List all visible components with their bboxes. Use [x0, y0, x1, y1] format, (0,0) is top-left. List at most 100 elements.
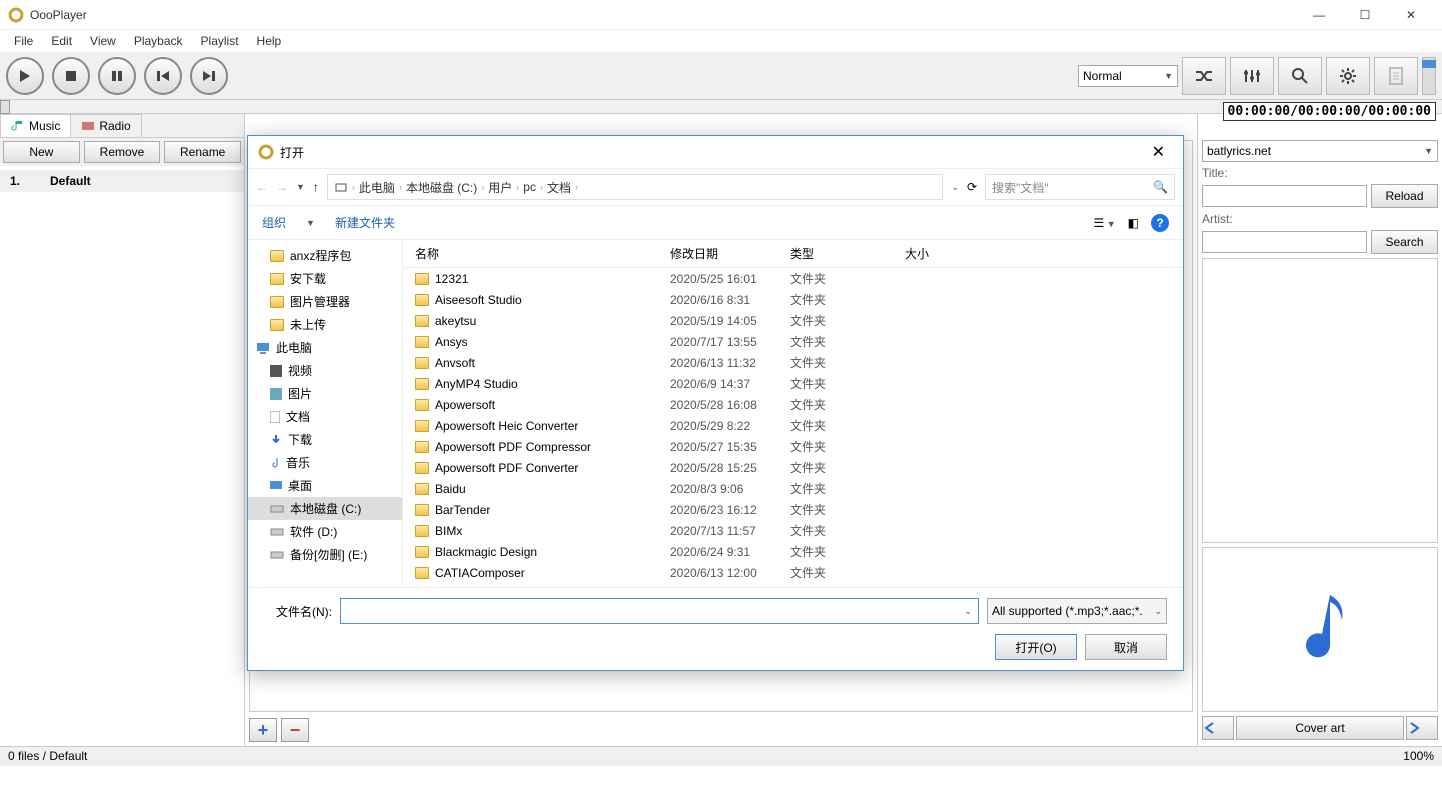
- dialog-search-input[interactable]: 搜索"文档"🔍: [985, 174, 1175, 200]
- status-left: 0 files / Default: [8, 749, 87, 764]
- rename-button[interactable]: Rename: [164, 141, 241, 163]
- sidebar-item[interactable]: 视频: [248, 359, 402, 382]
- view-options-button[interactable]: ☰ ▼: [1093, 216, 1115, 230]
- preview-pane-button[interactable]: ◧: [1128, 216, 1139, 230]
- title-input[interactable]: [1202, 185, 1367, 207]
- settings-button[interactable]: [1326, 57, 1370, 95]
- reload-button[interactable]: Reload: [1371, 184, 1438, 208]
- sidebar-item[interactable]: 备份[勿删] (E:): [248, 543, 402, 566]
- tab-radio[interactable]: Radio: [70, 114, 141, 137]
- file-row[interactable]: Apowersoft Heic Converter2020/5/29 8:22文…: [403, 415, 1183, 436]
- lyrics-source-select[interactable]: batlyrics.net▼: [1202, 140, 1438, 162]
- menu-playlist[interactable]: Playlist: [193, 32, 247, 50]
- new-button[interactable]: New: [3, 141, 80, 163]
- file-list[interactable]: 123212020/5/25 16:01文件夹Aiseesoft Studio2…: [403, 268, 1183, 583]
- cover-art: [1202, 547, 1438, 712]
- crumb-item[interactable]: 此电脑: [359, 179, 395, 196]
- new-folder-button[interactable]: 新建文件夹: [335, 214, 395, 231]
- cover-next-button[interactable]: [1406, 716, 1438, 740]
- sidebar-item[interactable]: 音乐: [248, 451, 402, 474]
- file-row[interactable]: BarTender2020/6/23 16:12文件夹: [403, 499, 1183, 520]
- shuffle-button[interactable]: [1182, 57, 1226, 95]
- nav-back-button[interactable]: ←: [256, 180, 268, 194]
- cover-label-button[interactable]: Cover art: [1236, 716, 1404, 740]
- open-button[interactable]: 打开(O): [995, 634, 1077, 660]
- file-row[interactable]: CATIAComposer2020/6/13 12:00文件夹: [403, 562, 1183, 583]
- playmode-select[interactable]: Normal▼: [1078, 65, 1178, 87]
- menu-playback[interactable]: Playback: [126, 32, 191, 50]
- playlist-item[interactable]: 1. Default: [0, 170, 244, 192]
- help-button[interactable]: ?: [1151, 214, 1169, 232]
- search-button[interactable]: [1278, 57, 1322, 95]
- file-row[interactable]: akeytsu2020/5/19 14:05文件夹: [403, 310, 1183, 331]
- sidebar-item[interactable]: 下载: [248, 428, 402, 451]
- dialog-sidebar[interactable]: anxz程序包安下载图片管理器未上传此电脑视频图片文档下载音乐桌面本地磁盘 (C…: [248, 240, 403, 587]
- playlist-list[interactable]: 1. Default: [0, 166, 244, 746]
- log-button[interactable]: [1374, 57, 1418, 95]
- sidebar-item[interactable]: 未上传: [248, 313, 402, 336]
- nav-up-button[interactable]: ↑: [313, 180, 319, 194]
- volume-slider[interactable]: [1422, 57, 1436, 95]
- next-button[interactable]: [190, 57, 228, 95]
- file-row[interactable]: Baidu2020/8/3 9:06文件夹: [403, 478, 1183, 499]
- equalizer-button[interactable]: [1230, 57, 1274, 95]
- sidebar-item[interactable]: 桌面: [248, 474, 402, 497]
- stop-button[interactable]: [52, 57, 90, 95]
- app-title: OooPlayer: [30, 8, 1296, 22]
- search-lyrics-button[interactable]: Search: [1371, 230, 1438, 254]
- sidebar-item[interactable]: anxz程序包: [248, 244, 402, 267]
- app-icon: [258, 144, 274, 160]
- crumb-dropdown[interactable]: ⌄: [951, 182, 959, 193]
- menu-view[interactable]: View: [82, 32, 124, 50]
- sidebar-item[interactable]: 安下载: [248, 267, 402, 290]
- organize-button[interactable]: 组织: [262, 214, 286, 231]
- menu-edit[interactable]: Edit: [43, 32, 80, 50]
- file-row[interactable]: Apowersoft2020/5/28 16:08文件夹: [403, 394, 1183, 415]
- add-button[interactable]: +: [249, 718, 277, 742]
- sidebar-item[interactable]: 图片: [248, 382, 402, 405]
- file-row[interactable]: Apowersoft PDF Compressor2020/5/27 15:35…: [403, 436, 1183, 457]
- file-row[interactable]: Ansys2020/7/17 13:55文件夹: [403, 331, 1183, 352]
- cover-prev-button[interactable]: [1202, 716, 1234, 740]
- refresh-button[interactable]: ⟳: [967, 180, 977, 194]
- file-row[interactable]: Anvsoft2020/6/13 11:32文件夹: [403, 352, 1183, 373]
- file-row[interactable]: AnyMP4 Studio2020/6/9 14:37文件夹: [403, 373, 1183, 394]
- menu-help[interactable]: Help: [249, 32, 290, 50]
- file-row[interactable]: Aiseesoft Studio2020/6/16 8:31文件夹: [403, 289, 1183, 310]
- crumb-item[interactable]: 文档: [547, 179, 571, 196]
- play-button[interactable]: [6, 57, 44, 95]
- prev-button[interactable]: [144, 57, 182, 95]
- dialog-close-button[interactable]: ✕: [1144, 138, 1173, 166]
- artist-input[interactable]: [1202, 231, 1367, 253]
- menu-file[interactable]: File: [6, 32, 41, 50]
- remove-button[interactable]: Remove: [84, 141, 161, 163]
- cancel-button[interactable]: 取消: [1085, 634, 1167, 660]
- sidebar-item[interactable]: 图片管理器: [248, 290, 402, 313]
- app-icon: [8, 7, 24, 23]
- del-button[interactable]: −: [281, 718, 309, 742]
- filename-input[interactable]: ⌄: [340, 598, 979, 624]
- minimize-button[interactable]: —: [1296, 0, 1342, 30]
- sidebar-item[interactable]: 本地磁盘 (C:): [248, 497, 402, 520]
- close-button[interactable]: ✕: [1388, 0, 1434, 30]
- tab-music[interactable]: Music: [0, 114, 71, 137]
- sidebar-item[interactable]: 软件 (D:): [248, 520, 402, 543]
- file-row[interactable]: 123212020/5/25 16:01文件夹: [403, 268, 1183, 289]
- file-row[interactable]: Apowersoft PDF Converter2020/5/28 15:25文…: [403, 457, 1183, 478]
- maximize-button[interactable]: ☐: [1342, 0, 1388, 30]
- breadcrumb[interactable]: › 此电脑›本地磁盘 (C:)›用户›pc›文档›: [327, 174, 943, 200]
- filetype-filter[interactable]: All supported (*.mp3;*.aac;*.⌄: [987, 598, 1167, 624]
- file-row[interactable]: BIMx2020/7/13 11:57文件夹: [403, 520, 1183, 541]
- nav-recent-button[interactable]: ▼: [296, 182, 305, 192]
- nav-fwd-button[interactable]: →: [276, 180, 288, 194]
- pause-button[interactable]: [98, 57, 136, 95]
- crumb-item[interactable]: pc: [523, 180, 536, 194]
- sidebar-item[interactable]: 此电脑: [248, 336, 402, 359]
- sidebar-item[interactable]: 文档: [248, 405, 402, 428]
- file-list-header[interactable]: 名称 修改日期 类型 大小: [403, 240, 1183, 268]
- search-icon: 🔍: [1153, 180, 1168, 194]
- crumb-item[interactable]: 用户: [488, 179, 512, 196]
- file-row[interactable]: Blackmagic Design2020/6/24 9:31文件夹: [403, 541, 1183, 562]
- crumb-item[interactable]: 本地磁盘 (C:): [406, 179, 477, 196]
- playmode-label: Normal: [1083, 69, 1122, 83]
